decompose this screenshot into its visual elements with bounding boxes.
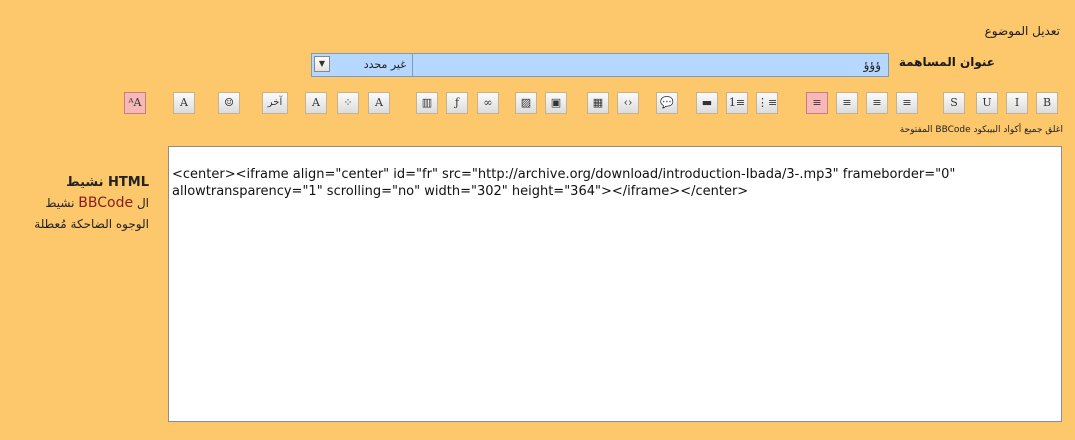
unordered-list-icon[interactable]: ⋮≡ <box>756 92 778 114</box>
strikethrough-icon[interactable]: S <box>943 92 965 114</box>
bbcode-close-hint[interactable]: اغلق جميع أكواد البيبكود BBCode المفتوحة <box>900 125 1063 135</box>
remove-format-icon[interactable]: A <box>173 92 195 114</box>
message-text[interactable]: <center><iframe align="center" id="fr" s… <box>169 166 1062 200</box>
bold-icon[interactable]: B <box>1036 92 1058 114</box>
editor-toolbar: B I U S ≡ ≡ ≡ ≡ ⋮≡ 1≡ ▬ 💬 ‹› ▦ ▣ ▨ ∞ ƒ ▥ A ⁘ A آخر ☺ AᴬA <box>0 92 1075 118</box>
align-center-icon[interactable]: ≡ <box>866 92 888 114</box>
html-status: HTML نشيط <box>66 175 149 190</box>
align-right-icon[interactable]: ≡ <box>896 92 918 114</box>
flash-icon[interactable]: ƒ <box>446 92 468 114</box>
font-face-icon[interactable]: A <box>305 92 327 114</box>
justify-icon[interactable]: ≡ <box>806 92 828 114</box>
prefix-select[interactable]: ▼ غير محدد <box>312 54 413 76</box>
more-button[interactable]: آخر <box>262 92 288 114</box>
quote-icon[interactable]: 💬 <box>656 92 678 114</box>
prefix-select-value: غير محدد <box>363 58 406 71</box>
bbcode-status: ال BBCode نشيط <box>45 195 149 211</box>
image-icon[interactable]: ▨ <box>515 92 537 114</box>
color-icon[interactable]: ⁘ <box>337 92 359 114</box>
chevron-down-icon[interactable]: ▼ <box>314 56 330 72</box>
subject-label: عنوان المساهمة <box>898 55 995 69</box>
subject-row: ▼ غير محدد <box>311 53 889 77</box>
horizontal-rule-icon[interactable]: ▬ <box>696 92 718 114</box>
link-icon[interactable]: ∞ <box>477 92 499 114</box>
italic-icon[interactable]: I <box>1006 92 1028 114</box>
page-title: تعديل الموضوع <box>984 24 1060 38</box>
editor-status: HTML نشيط ال BBCode نشيط الوجوه الضاحكة … <box>34 172 149 235</box>
align-left-icon[interactable]: ≡ <box>836 92 858 114</box>
subject-input[interactable] <box>413 55 885 75</box>
underline-icon[interactable]: U <box>976 92 998 114</box>
emoticon-icon[interactable]: ☺ <box>218 92 240 114</box>
switch-editor-icon[interactable]: ᴬA <box>124 92 146 114</box>
font-size-icon[interactable]: A <box>368 92 390 114</box>
ordered-list-icon[interactable]: 1≡ <box>726 92 748 114</box>
image-gallery-icon[interactable]: ▣ <box>545 92 567 114</box>
video-icon[interactable]: ▥ <box>416 92 438 114</box>
code-icon[interactable]: ‹› <box>617 92 639 114</box>
table-icon[interactable]: ▦ <box>587 92 609 114</box>
smilies-status: الوجوه الضاحكة مُعطلة <box>34 217 149 231</box>
message-editor[interactable]: <center><iframe align="center" id="fr" s… <box>168 146 1062 422</box>
